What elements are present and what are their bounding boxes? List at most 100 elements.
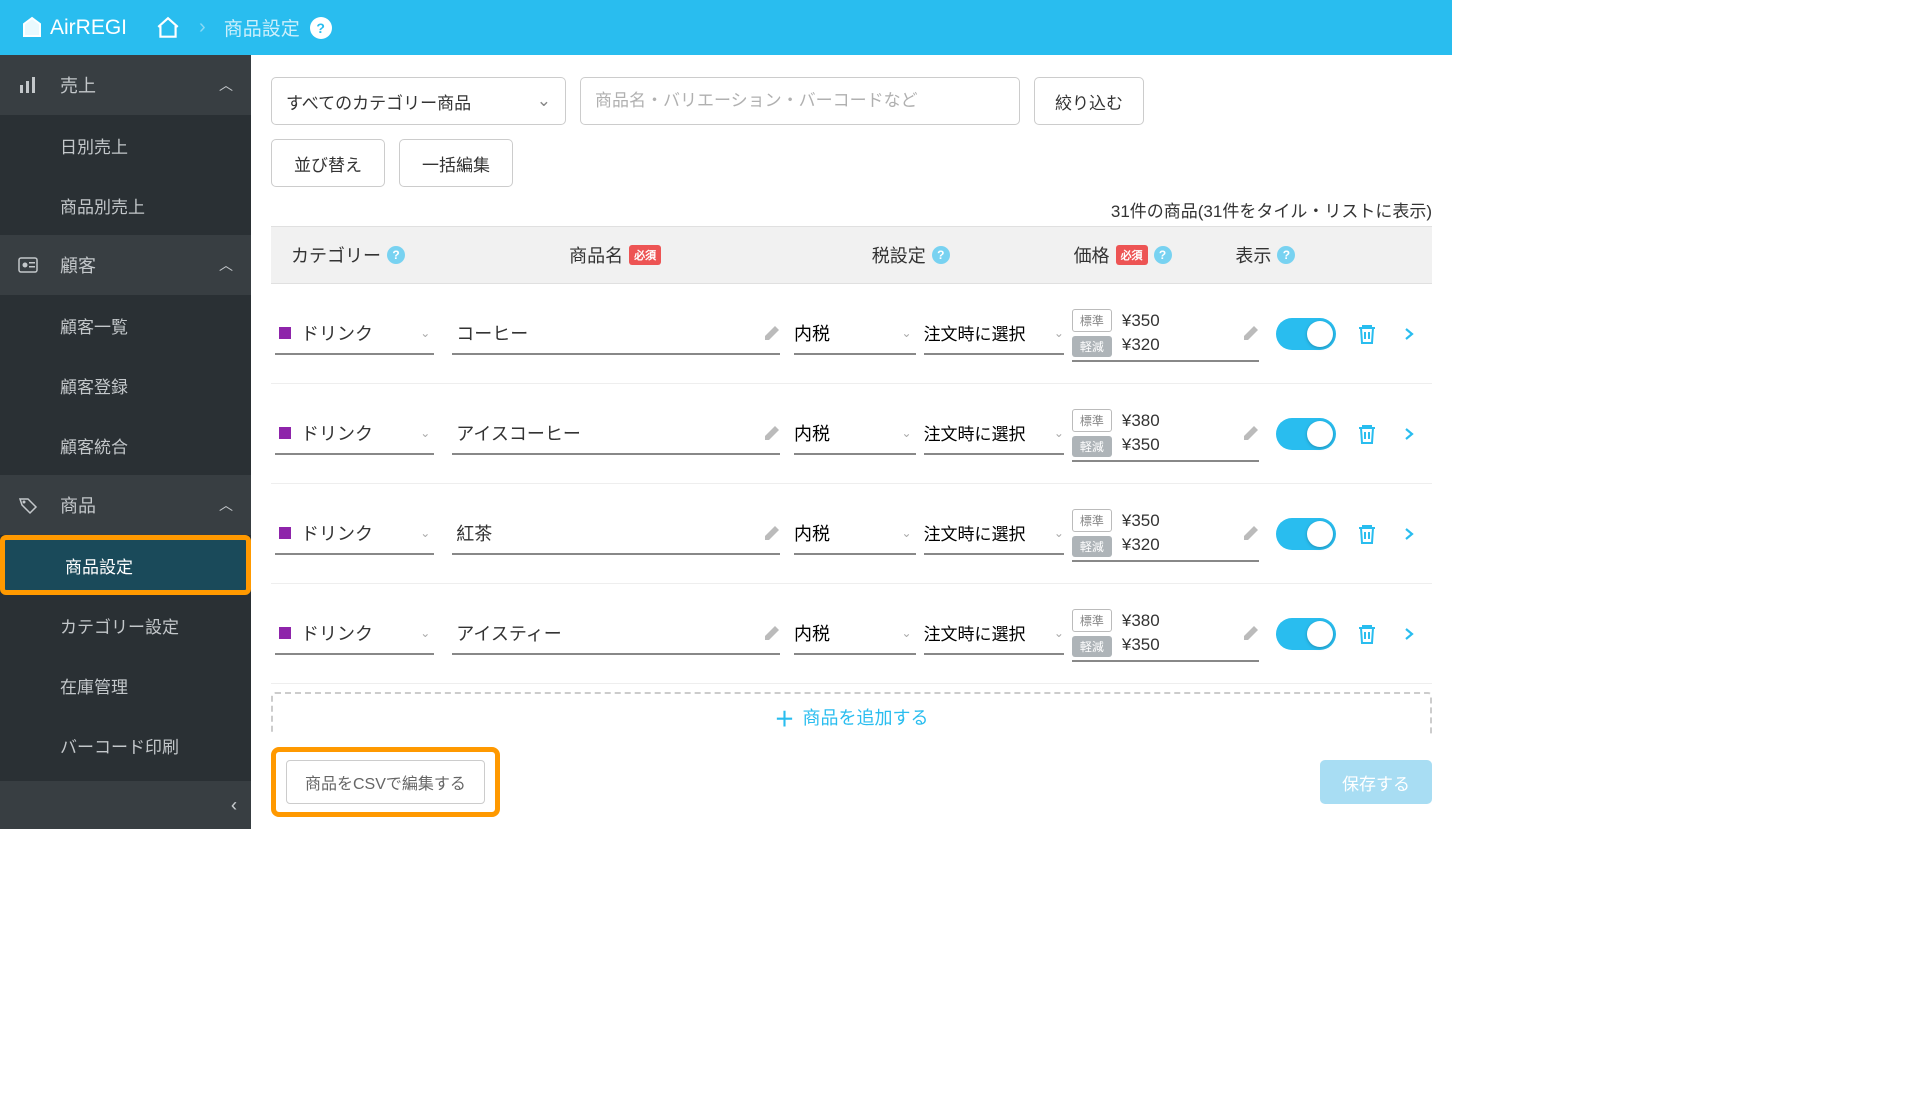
csv-edit-button[interactable]: 商品をCSVで編集する	[286, 760, 485, 804]
save-button[interactable]: 保存する	[1320, 760, 1432, 804]
table-row: ドリンク ⌄ アイスコーヒー 内税 ⌄ 注文時に選択 ⌄ 標準 軽減 ¥380 …	[271, 384, 1432, 484]
sidebar-section-customers[interactable]: 顧客 ︿	[0, 235, 251, 295]
chevron-down-icon: ⌄	[902, 326, 912, 340]
help-icon[interactable]: ?	[1277, 246, 1295, 264]
pencil-icon	[764, 425, 780, 441]
price-input[interactable]: 標準 軽減 ¥380 ¥350	[1072, 406, 1259, 462]
category-select[interactable]: ドリンク ⌄	[275, 413, 434, 455]
order-selection-select[interactable]: 注文時に選択 ⌄	[924, 413, 1064, 455]
product-name-input[interactable]: アイスティー	[452, 613, 780, 655]
trash-icon[interactable]	[1355, 322, 1379, 346]
logo[interactable]: AirREGI	[20, 16, 127, 40]
price-input[interactable]: 標準 軽減 ¥380 ¥350	[1072, 606, 1259, 662]
chevron-down-icon: ⌄	[420, 626, 430, 640]
sidebar-item-customer-list[interactable]: 顧客一覧	[0, 295, 251, 355]
price-reduced: ¥320	[1122, 535, 1160, 555]
chevron-down-icon: ⌄	[420, 326, 430, 340]
tax-select[interactable]: 内税 ⌄	[794, 413, 916, 455]
required-badge: 必須	[1116, 245, 1148, 265]
chevron-down-icon: ⌄	[902, 626, 912, 640]
help-icon[interactable]: ?	[310, 17, 332, 39]
pencil-icon	[764, 625, 780, 641]
trash-icon[interactable]	[1355, 422, 1379, 446]
sidebar-item-category-settings[interactable]: カテゴリー設定	[0, 595, 251, 655]
category-filter-select[interactable]: すべてのカテゴリー商品 ⌄	[271, 77, 566, 125]
price-reduced: ¥350	[1122, 435, 1160, 455]
category-select[interactable]: ドリンク ⌄	[275, 313, 434, 355]
standard-tax-tag: 標準	[1072, 509, 1112, 532]
home-icon[interactable]	[155, 15, 181, 41]
table-row: ドリンク ⌄ アイスティー 内税 ⌄ 注文時に選択 ⌄ 標準 軽減 ¥380 ¥…	[271, 584, 1432, 684]
expand-row-button[interactable]	[1402, 627, 1416, 641]
plus-icon: ＋	[775, 703, 795, 732]
sidebar-item-product-settings[interactable]: 商品設定	[0, 535, 251, 595]
search-input[interactable]	[580, 77, 1020, 125]
help-icon[interactable]: ?	[1154, 246, 1172, 264]
category-color-icon	[279, 627, 291, 639]
sidebar-item-product-sales[interactable]: 商品別売上	[0, 175, 251, 235]
chevron-down-icon: ⌄	[537, 91, 551, 111]
sidebar-item-customer-merge[interactable]: 顧客統合	[0, 415, 251, 475]
display-toggle[interactable]	[1276, 318, 1336, 350]
sidebar-collapse[interactable]: ‹‹	[0, 781, 251, 829]
product-name-input[interactable]: アイスコーヒー	[452, 413, 780, 455]
pencil-icon	[1243, 625, 1259, 641]
trash-icon[interactable]	[1355, 522, 1379, 546]
col-price-label: 価格	[1074, 242, 1110, 268]
order-selection-select[interactable]: 注文時に選択 ⌄	[924, 613, 1064, 655]
category-color-icon	[279, 327, 291, 339]
sidebar-item-barcode-print[interactable]: バーコード印刷	[0, 715, 251, 775]
category-select[interactable]: ドリンク ⌄	[275, 513, 434, 555]
expand-row-button[interactable]	[1402, 327, 1416, 341]
pencil-icon	[764, 325, 780, 341]
col-category-label: カテゴリー	[291, 242, 381, 268]
help-icon[interactable]: ?	[932, 246, 950, 264]
col-name-label: 商品名	[569, 242, 623, 268]
content-area: すべてのカテゴリー商品 ⌄ 絞り込む 並び替え 一括編集 31件の商品(31件を…	[251, 55, 1452, 829]
sidebar-item-daily-sales[interactable]: 日別売上	[0, 115, 251, 175]
logo-icon	[20, 16, 44, 40]
tax-select[interactable]: 内税 ⌄	[794, 613, 916, 655]
price-input[interactable]: 標準 軽減 ¥350 ¥320	[1072, 306, 1259, 362]
sidebar-section-sales[interactable]: 売上 ︿	[0, 55, 251, 115]
sidebar-section-products[interactable]: 商品 ︿	[0, 475, 251, 535]
display-toggle[interactable]	[1276, 618, 1336, 650]
display-toggle[interactable]	[1276, 518, 1336, 550]
tag-icon	[18, 495, 42, 515]
display-toggle[interactable]	[1276, 418, 1336, 450]
tax-select[interactable]: 内税 ⌄	[794, 513, 916, 555]
order-selection-select[interactable]: 注文時に選択 ⌄	[924, 513, 1064, 555]
sidebar-item-customer-register[interactable]: 顧客登録	[0, 355, 251, 415]
sidebar-item-inventory[interactable]: 在庫管理	[0, 655, 251, 715]
bulk-edit-button[interactable]: 一括編集	[399, 139, 513, 187]
standard-tax-tag: 標準	[1072, 309, 1112, 332]
pencil-icon	[1243, 325, 1259, 341]
chevron-down-icon: ⌄	[902, 426, 912, 440]
expand-row-button[interactable]	[1402, 427, 1416, 441]
standard-tax-tag: 標準	[1072, 409, 1112, 432]
category-color-icon	[279, 527, 291, 539]
reduced-tax-tag: 軽減	[1072, 336, 1112, 357]
card-icon	[18, 257, 42, 273]
product-name-input[interactable]: 紅茶	[452, 513, 780, 555]
col-display-label: 表示	[1235, 242, 1271, 268]
help-icon[interactable]: ?	[387, 246, 405, 264]
price-standard: ¥350	[1122, 511, 1160, 531]
price-standard: ¥380	[1122, 411, 1160, 431]
order-selection-select[interactable]: 注文時に選択 ⌄	[924, 313, 1064, 355]
price-input[interactable]: 標準 軽減 ¥350 ¥320	[1072, 506, 1259, 562]
csv-button-highlight: 商品をCSVで編集する	[271, 747, 500, 817]
trash-icon[interactable]	[1355, 622, 1379, 646]
category-select[interactable]: ドリンク ⌄	[275, 613, 434, 655]
tax-select[interactable]: 内税 ⌄	[794, 313, 916, 355]
result-count: 31件の商品(31件をタイル・リストに表示)	[271, 197, 1432, 222]
table-row: ドリンク ⌄ コーヒー 内税 ⌄ 注文時に選択 ⌄ 標準 軽減 ¥350 ¥32…	[271, 284, 1432, 384]
expand-row-button[interactable]	[1402, 527, 1416, 541]
product-name-input[interactable]: コーヒー	[452, 313, 780, 355]
chevron-down-icon: ⌄	[1054, 526, 1064, 540]
reduced-tax-tag: 軽減	[1072, 636, 1112, 657]
filter-button[interactable]: 絞り込む	[1034, 77, 1144, 125]
price-reduced: ¥320	[1122, 335, 1160, 355]
pencil-icon	[764, 525, 780, 541]
sort-button[interactable]: 並び替え	[271, 139, 385, 187]
